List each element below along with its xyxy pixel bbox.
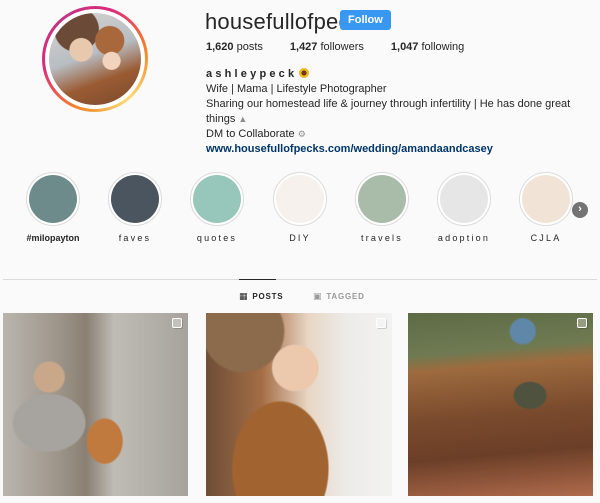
post-thumbnail[interactable] [408, 313, 593, 496]
highlight-label: adoption [437, 233, 491, 243]
active-tab-indicator [239, 279, 276, 280]
highlight-cover [358, 175, 406, 223]
highlight-label: travels [361, 233, 403, 243]
highlight-cover [193, 175, 241, 223]
post-thumbnail[interactable] [206, 313, 392, 496]
highlight-diy[interactable]: DIY [269, 172, 331, 243]
highlight-quotes[interactable]: quotes [186, 172, 248, 243]
highlight-label: #milopayton [26, 233, 80, 243]
stat-posts[interactable]: 1,620 posts [206, 41, 263, 53]
praying-hands-icon: ▲ [238, 114, 248, 124]
avatar-photo [49, 13, 141, 105]
highlight-cjla[interactable]: CJLA [515, 172, 577, 243]
bio-line-3: DM to Collaborate [206, 128, 295, 140]
gear-icon: ⚙ [297, 129, 306, 139]
highlight-cover [29, 175, 77, 223]
highlight-cover [276, 175, 324, 223]
highlight-label: faves [118, 233, 152, 243]
multiple-posts-icon [376, 318, 386, 328]
highlight-milopayton[interactable]: #milopayton [22, 172, 84, 243]
tabs-divider [3, 279, 597, 280]
stat-followers[interactable]: 1,427 followers [290, 41, 364, 53]
profile-bio: ashleypeck Wife | Mama | Lifestyle Photo… [206, 67, 600, 157]
tab-tagged[interactable]: ▣ TAGGED [313, 291, 365, 302]
highlight-cover [440, 175, 488, 223]
grid-icon: ▦ [239, 291, 249, 301]
tagged-icon: ▣ [313, 291, 323, 301]
multiple-posts-icon [172, 318, 182, 328]
bio-line-1: Wife | Mama | Lifestyle Photographer [206, 83, 387, 95]
tab-posts[interactable]: ▦ POSTS [239, 291, 283, 302]
multiple-posts-icon [577, 318, 587, 328]
highlight-travels[interactable]: travels [351, 172, 413, 243]
highlight-label: CJLA [530, 233, 562, 243]
bio-line-2: Sharing our homestead life & journey thr… [206, 98, 571, 125]
stat-following[interactable]: 1,047 following [391, 41, 464, 53]
highlight-label: quotes [196, 233, 238, 243]
sunflower-icon [299, 68, 310, 78]
highlight-cover [522, 175, 570, 223]
post-thumbnail[interactable] [3, 313, 188, 496]
profile-stats: 1,620 posts 1,427 followers 1,047 follow… [206, 41, 491, 53]
bio-link[interactable]: www.housefullofpecks.com/wedding/amandaa… [206, 142, 600, 157]
chevron-right-icon[interactable]: › [572, 202, 588, 218]
story-highlights: #milopayton faves quotes DIY travels ado… [22, 172, 582, 252]
highlight-label: DIY [289, 233, 311, 243]
profile-avatar[interactable] [42, 6, 148, 112]
highlight-cover [111, 175, 159, 223]
follow-button[interactable]: Follow [340, 10, 391, 30]
highlight-adoption[interactable]: adoption [433, 172, 495, 243]
highlight-faves[interactable]: faves [104, 172, 166, 243]
profile-page: housefullofpecks Follow 1,620 posts 1,42… [0, 0, 600, 503]
display-name: ashleypeck [206, 68, 298, 80]
